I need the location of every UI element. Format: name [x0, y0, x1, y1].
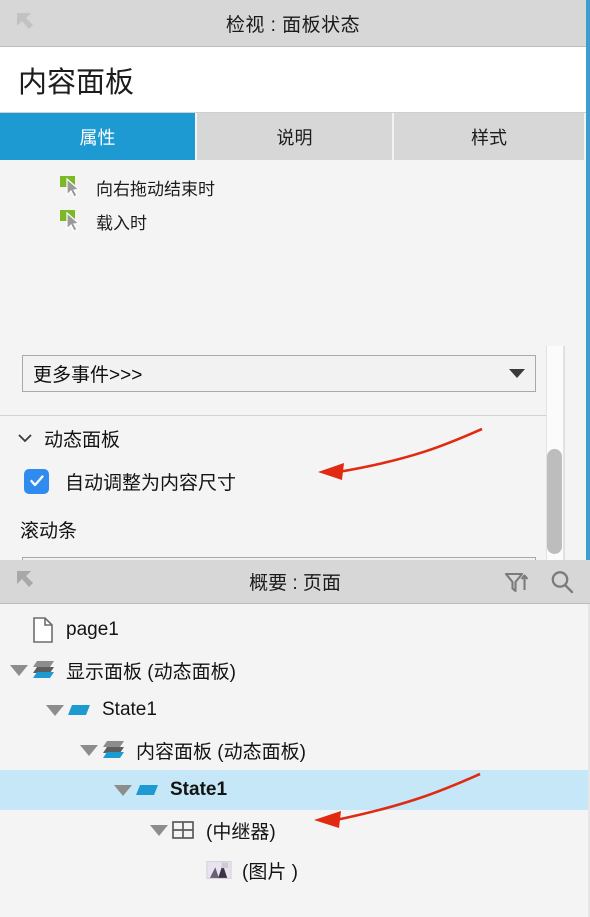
tree-label: (中继器)	[206, 821, 276, 843]
tab-notes[interactable]: 说明	[197, 113, 394, 160]
twisty-expanded-icon[interactable]	[8, 650, 30, 690]
tree-label: State1	[102, 699, 157, 720]
object-name: 内容面板	[18, 66, 135, 99]
scrollbar-label: 滚动条	[20, 521, 78, 542]
auto-fit-row[interactable]: 自动调整为内容尺寸	[0, 460, 547, 502]
twisty-expanded-icon[interactable]	[112, 770, 134, 810]
twisty-expanded-icon[interactable]	[44, 690, 66, 730]
chevron-down-icon	[16, 429, 34, 447]
repeater-icon	[170, 817, 196, 843]
search-icon[interactable]	[548, 568, 576, 596]
dynamic-panel-icon	[100, 737, 126, 763]
section-header-dynamic-panel[interactable]: 动态面板	[0, 416, 547, 460]
tree-label: 显示面板 (动态面板)	[66, 661, 236, 683]
event-label: 载入时	[96, 213, 147, 233]
tree-label: (图片 )	[242, 861, 298, 883]
twisty-placeholder	[8, 610, 30, 650]
auto-fit-checkbox[interactable]	[24, 468, 49, 494]
event-cursor-icon	[60, 210, 84, 232]
outline-titlebar: 概要 : 页面	[0, 560, 590, 604]
tree-label: 内容面板 (动态面板)	[136, 741, 306, 763]
tree-row[interactable]: (图片 )	[0, 850, 590, 890]
screen-root: 检视 : 面板状态 内容面板 属性 说明 样式 向右拖动结束时 载入时 更多事件…	[0, 0, 590, 917]
state-icon	[66, 697, 92, 723]
more-events-dropdown[interactable]: 更多事件>>>	[22, 355, 536, 392]
twisty-expanded-icon[interactable]	[78, 730, 100, 770]
tree-row[interactable]: 内容面板 (动态面板)	[0, 730, 590, 770]
twisty-placeholder	[184, 850, 206, 890]
section-title: 动态面板	[44, 429, 121, 451]
dynamic-panel-icon	[30, 657, 56, 683]
inspector-scrollbar-thumb[interactable]	[547, 449, 562, 554]
tree-label: State1	[170, 779, 228, 800]
page-icon	[30, 617, 56, 643]
collapse-arrow-icon[interactable]	[14, 11, 40, 35]
collapse-arrow-icon[interactable]	[14, 569, 40, 593]
event-cursor-icon	[60, 176, 84, 198]
inspector-tabs: 属性 说明 样式	[0, 113, 586, 160]
state-icon	[134, 777, 160, 803]
tree-row[interactable]: page1	[0, 610, 590, 650]
tab-properties[interactable]: 属性	[0, 113, 197, 160]
tree-row[interactable]: (中继器)	[0, 810, 590, 850]
properties-tab-body: 向右拖动结束时 载入时 更多事件>>> 动态面板 自动调整为内容尺寸 滚动条	[0, 160, 586, 720]
event-label: 向右拖动结束时	[96, 179, 215, 199]
more-events-label: 更多事件>>>	[33, 365, 143, 386]
tree-row-selected[interactable]: State1	[0, 770, 590, 810]
tree-row[interactable]: 显示面板 (动态面板)	[0, 650, 590, 690]
outline-title: 概要 : 页面	[249, 573, 341, 594]
outline-panel: 概要 : 页面 page1 显示面板 (动态面板) State1 内容面板 (动…	[0, 560, 590, 917]
filter-sort-icon[interactable]	[502, 568, 530, 596]
events-list: 向右拖动结束时 载入时	[0, 160, 586, 343]
auto-fit-label: 自动调整为内容尺寸	[65, 472, 237, 494]
tab-style[interactable]: 样式	[394, 113, 586, 160]
tree-row[interactable]: State1	[0, 690, 590, 730]
event-row[interactable]: 向右拖动结束时	[0, 170, 586, 204]
adjacent-panel-edge	[586, 0, 590, 560]
inspector-title: 检视 : 面板状态	[225, 14, 361, 36]
tree-label: page1	[66, 619, 119, 640]
inspector-panel: 检视 : 面板状态 内容面板 属性 说明 样式 向右拖动结束时 载入时 更多事件…	[0, 0, 586, 720]
dynamic-panel-section: 动态面板 自动调整为内容尺寸 滚动条 无	[0, 416, 547, 587]
inspector-titlebar: 检视 : 面板状态	[0, 0, 586, 47]
image-icon	[206, 857, 232, 883]
object-name-bar: 内容面板	[0, 47, 586, 113]
outline-toolbar	[502, 568, 576, 596]
outline-tree: page1 显示面板 (动态面板) State1 内容面板 (动态面板) Sta…	[0, 604, 590, 890]
twisty-expanded-icon[interactable]	[148, 810, 170, 850]
chevron-down-icon	[509, 369, 525, 378]
event-row[interactable]: 载入时	[0, 204, 586, 238]
